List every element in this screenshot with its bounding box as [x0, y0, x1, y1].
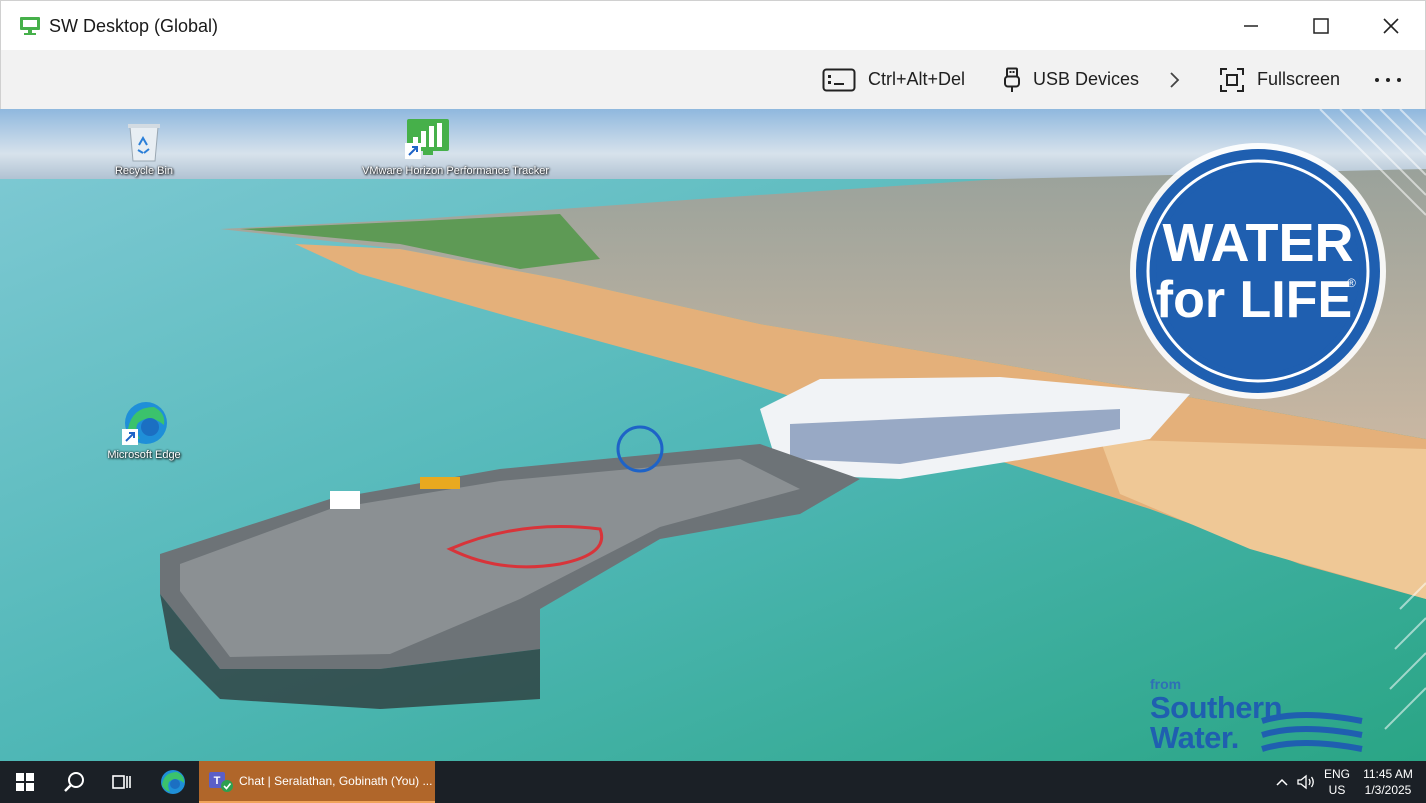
edge-icon: [122, 402, 167, 445]
badge-registered-mark: ®: [1347, 276, 1356, 290]
brand-name-line2: Water.: [1150, 720, 1239, 755]
clock-date: 1/3/2025: [1364, 783, 1412, 797]
region-code: US: [1328, 783, 1346, 797]
windows-logo-icon: [16, 773, 34, 791]
more-options-button[interactable]: [1373, 50, 1415, 109]
window-title: SW Desktop (Global): [49, 16, 219, 36]
teams-icon: T: [209, 772, 233, 792]
taskbar-teams-chat-window[interactable]: T Chat | Seralathan, Gobinath (You) ...: [199, 761, 435, 803]
svg-text:T: T: [214, 775, 221, 787]
client-toolbar: Ctrl+Alt+Del USB Devices Fullscreen: [0, 50, 1426, 109]
usb-icon: [1004, 67, 1020, 92]
ctrl-alt-del-label: Ctrl+Alt+Del: [868, 69, 966, 89]
desktop-icon-performance-tracker[interactable]: VMware Horizon Performance Tracker: [362, 117, 550, 177]
desktop-app-icon: [19, 16, 41, 36]
recycle-bin-label: Recycle Bin: [114, 165, 174, 177]
language-code: ENG: [1323, 767, 1350, 781]
southern-water-logo: Southern Water.: [1150, 690, 1283, 755]
maximize-button[interactable]: [1287, 1, 1355, 51]
volume-button[interactable]: [1294, 761, 1318, 803]
usb-devices-label: USB Devices: [1033, 69, 1140, 89]
taskbar-edge-button[interactable]: [150, 761, 196, 803]
badge-water-text: WATER: [1163, 213, 1354, 273]
chevron-right-icon: [1170, 71, 1180, 88]
usb-devices-button[interactable]: USB Devices: [1003, 50, 1139, 109]
teams-chat-label: Chat | Seralathan, Gobinath (You) ...: [239, 774, 433, 788]
chevron-up-icon: [1276, 778, 1288, 786]
badge-forlife-text: for LIFE: [1156, 271, 1352, 329]
fullscreen-button[interactable]: Fullscreen: [1219, 50, 1340, 109]
edge-icon: [161, 770, 185, 794]
speaker-icon: [1297, 774, 1314, 790]
search-icon: [64, 772, 84, 792]
brand-name-line1: Southern: [1150, 690, 1283, 725]
ellipsis-icon: [1375, 77, 1401, 82]
fullscreen-label: Fullscreen: [1257, 69, 1341, 89]
fullscreen-icon: [1220, 67, 1244, 92]
minimize-icon: [1244, 25, 1258, 27]
title-bar: SW Desktop (Global): [0, 0, 1426, 50]
desktop-icon-recycle-bin[interactable]: Recycle Bin: [79, 119, 209, 177]
performance-tracker-icon: [405, 119, 449, 159]
task-view-button[interactable]: [98, 761, 146, 803]
start-button[interactable]: [0, 761, 50, 803]
task-view-icon: [112, 775, 131, 789]
remote-desktop[interactable]: WATER for LIFE ® Recycle Bin VMware Hori…: [0, 109, 1426, 761]
input-language-indicator[interactable]: ENG US: [1320, 766, 1354, 798]
maximize-icon: [1313, 18, 1329, 34]
close-icon: [1383, 18, 1399, 34]
edge-label: Microsoft Edge: [107, 449, 181, 461]
recycle-bin-icon: [128, 124, 160, 162]
performance-tracker-label: VMware Horizon Performance Tracker: [362, 165, 550, 177]
close-button[interactable]: [1357, 1, 1425, 51]
ctrl-alt-del-button[interactable]: Ctrl+Alt+Del: [822, 50, 965, 109]
minimize-button[interactable]: [1217, 1, 1285, 51]
search-button[interactable]: [50, 761, 98, 803]
usb-submenu-chevron[interactable]: [1167, 50, 1193, 109]
clock-time: 11:45 AM: [1363, 767, 1413, 781]
keyboard-icon: [822, 68, 856, 91]
wallpaper-seafront-photo: WATER for LIFE ®: [0, 109, 1426, 761]
show-hidden-icons-button[interactable]: [1271, 761, 1293, 803]
desktop-icon-edge[interactable]: Microsoft Edge: [79, 399, 209, 461]
taskbar: T Chat | Seralathan, Gobinath (You) ... …: [0, 761, 1426, 803]
clock[interactable]: 11:45 AM 1/3/2025: [1356, 766, 1420, 798]
